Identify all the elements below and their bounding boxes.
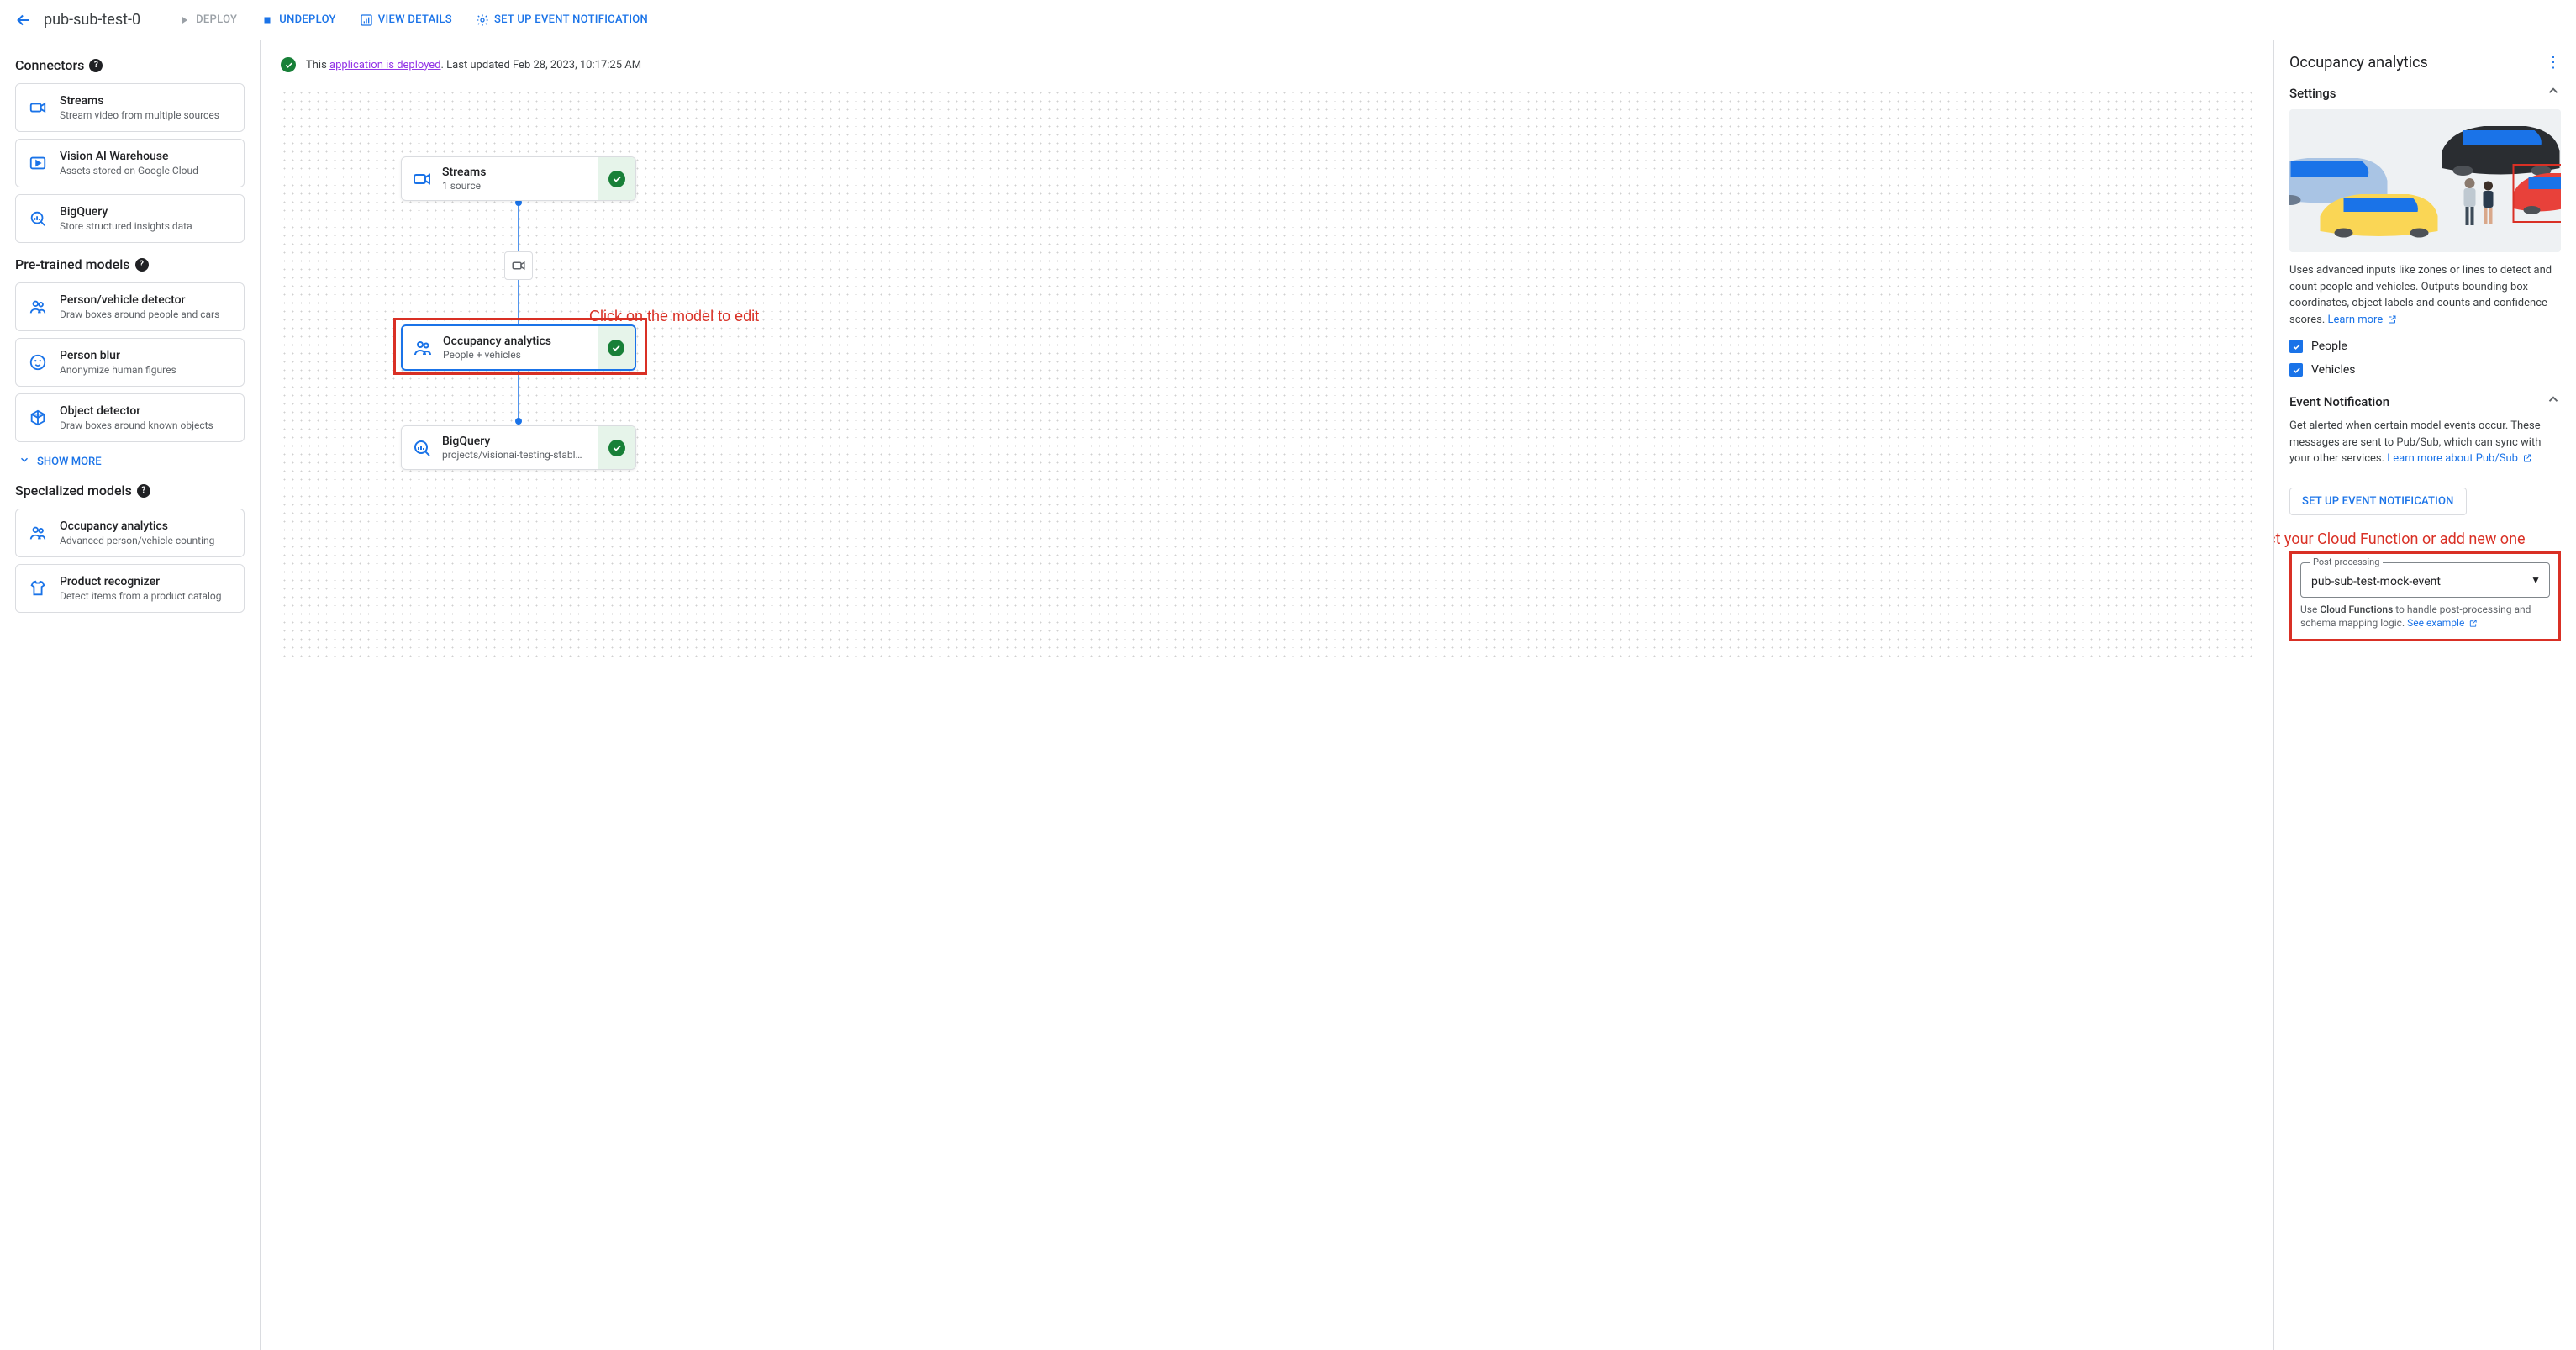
chevron-down-icon bbox=[18, 454, 30, 469]
connector-bigquery[interactable]: BigQueryStore structured insights data bbox=[15, 194, 245, 243]
status-check-icon bbox=[281, 57, 296, 72]
check-icon bbox=[608, 171, 625, 187]
highlight-post-processing: Post-processing pub-sub-test-mock-event … bbox=[2289, 551, 2561, 642]
camera-icon bbox=[28, 98, 48, 118]
post-processing-select[interactable]: Post-processing pub-sub-test-mock-event … bbox=[2300, 562, 2550, 598]
post-processing-helper: Use Cloud Functions to handle post-proce… bbox=[2300, 603, 2550, 631]
people-icon bbox=[28, 523, 48, 543]
model-occupancy-analytics[interactable]: Occupancy analyticsAdvanced person/vehic… bbox=[15, 509, 245, 557]
bigquery-icon bbox=[28, 208, 48, 229]
play-icon bbox=[177, 13, 191, 27]
configure-icon bbox=[476, 13, 489, 27]
settings-illustration bbox=[2289, 109, 2561, 252]
stop-icon bbox=[261, 13, 274, 27]
people-icon bbox=[28, 297, 48, 317]
details-panel: Occupancy analytics ⋮ Settings bbox=[2273, 40, 2576, 1350]
cube-icon bbox=[28, 408, 48, 428]
section-specialized: Specialized models ? bbox=[15, 483, 245, 498]
deploy-button[interactable]: DEPLOY bbox=[171, 8, 244, 32]
back-arrow-icon[interactable] bbox=[13, 10, 34, 30]
node-bigquery[interactable]: BigQueryprojects/visionai-testing-stabl… bbox=[401, 425, 636, 470]
help-icon[interactable]: ? bbox=[89, 59, 103, 72]
node-streams[interactable]: Streams1 source bbox=[401, 156, 636, 201]
help-icon[interactable]: ? bbox=[137, 484, 150, 498]
app-title: pub-sub-test-0 bbox=[44, 11, 140, 29]
learn-more-pubsub-link[interactable]: Learn more about Pub/Sub bbox=[2387, 452, 2532, 465]
learn-more-link[interactable]: Learn more bbox=[2327, 314, 2397, 326]
section-connectors: Connectors ? bbox=[15, 57, 245, 73]
connector-streams[interactable]: StreamsStream video from multiple source… bbox=[15, 83, 245, 132]
view-details-button[interactable]: VIEW DETAILS bbox=[353, 8, 459, 32]
chevron-up-icon bbox=[2546, 83, 2561, 103]
canvas-area[interactable]: This application is deployed. Last updat… bbox=[261, 40, 2273, 1350]
chevron-up-icon bbox=[2546, 392, 2561, 411]
model-product-recognizer[interactable]: Product recognizerDetect items from a pr… bbox=[15, 564, 245, 613]
help-icon[interactable]: ? bbox=[135, 258, 149, 272]
node-occupancy-analytics[interactable]: Occupancy analyticsPeople + vehicles bbox=[401, 324, 636, 371]
event-description: Get alerted when certain model events oc… bbox=[2289, 418, 2561, 467]
model-person-blur[interactable]: Person blurAnonymize human figures bbox=[15, 338, 245, 387]
settings-description: Uses advanced inputs like zones or lines… bbox=[2289, 262, 2561, 328]
video-passthrough-icon[interactable] bbox=[504, 251, 533, 280]
more-menu-icon[interactable]: ⋮ bbox=[2546, 54, 2561, 71]
settings-section-header[interactable]: Settings bbox=[2289, 83, 2561, 103]
sidebar: Connectors ? StreamsStream video from mu… bbox=[0, 40, 261, 1350]
dropdown-arrow-icon: ▼ bbox=[2531, 574, 2541, 586]
face-icon bbox=[28, 352, 48, 372]
people-icon bbox=[403, 326, 443, 369]
connector-warehouse[interactable]: Vision AI WarehouseAssets stored on Goog… bbox=[15, 139, 245, 187]
setup-event-notification-button[interactable]: SET UP EVENT NOTIFICATION bbox=[2289, 488, 2467, 515]
checkbox-checked-icon bbox=[2289, 340, 2303, 353]
status-banner: This application is deployed. Last updat… bbox=[281, 57, 2253, 72]
bigquery-icon bbox=[402, 426, 442, 469]
section-pretrained: Pre-trained models ? bbox=[15, 256, 245, 272]
event-section-header[interactable]: Event Notification bbox=[2289, 392, 2561, 411]
checkbox-people[interactable]: People bbox=[2289, 340, 2561, 353]
check-icon bbox=[608, 340, 624, 356]
shirt-icon bbox=[28, 578, 48, 599]
annotation-select-cloud-function: Select your Cloud Function or add new on… bbox=[2273, 530, 2561, 548]
play-box-icon bbox=[28, 153, 48, 173]
see-example-link[interactable]: See example bbox=[2407, 617, 2478, 629]
deployed-link[interactable]: application is deployed bbox=[329, 59, 441, 71]
model-object-detector[interactable]: Object detectorDraw boxes around known o… bbox=[15, 393, 245, 442]
topbar: pub-sub-test-0 DEPLOY UNDEPLOY VIEW DETA… bbox=[0, 0, 2576, 40]
show-more-button[interactable]: SHOW MORE bbox=[18, 454, 241, 469]
undeploy-button[interactable]: UNDEPLOY bbox=[254, 8, 343, 32]
check-icon bbox=[608, 440, 625, 456]
chart-icon bbox=[360, 13, 373, 27]
checkbox-vehicles[interactable]: Vehicles bbox=[2289, 363, 2561, 377]
model-person-vehicle-detector[interactable]: Person/vehicle detectorDraw boxes around… bbox=[15, 282, 245, 331]
camera-icon bbox=[402, 157, 442, 200]
checkbox-checked-icon bbox=[2289, 363, 2303, 377]
setup-notification-button[interactable]: SET UP EVENT NOTIFICATION bbox=[469, 8, 655, 32]
panel-title: Occupancy analytics bbox=[2289, 54, 2428, 71]
